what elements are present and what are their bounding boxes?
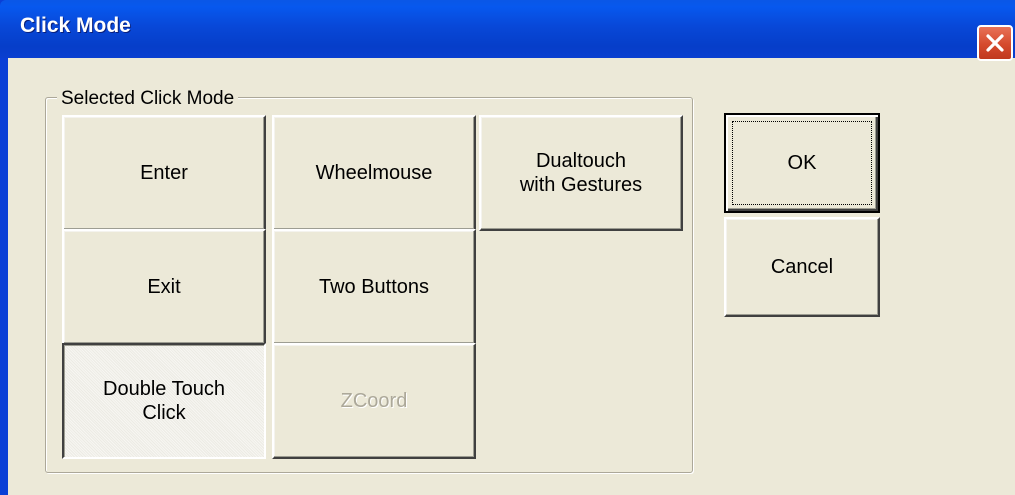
mode-button-two-buttons[interactable]: Two Buttons xyxy=(272,229,476,345)
mode-button-double-touch-click[interactable]: Double Touch Click xyxy=(62,343,266,459)
groupbox-label: Selected Click Mode xyxy=(57,88,239,110)
mode-button-zcoord: ZCoord xyxy=(272,343,476,459)
close-icon xyxy=(986,34,1004,52)
mode-button-exit[interactable]: Exit xyxy=(62,229,266,345)
title-bar[interactable]: Click Mode xyxy=(0,0,1015,61)
mode-button-enter[interactable]: Enter xyxy=(62,115,266,231)
mode-button-dualtouch-with-gestures[interactable]: Dualtouch with Gestures xyxy=(479,115,683,231)
window-title: Click Mode xyxy=(20,14,131,37)
ok-button-label: OK xyxy=(787,152,817,174)
cancel-button[interactable]: Cancel xyxy=(724,217,880,317)
mode-button-wheelmouse[interactable]: Wheelmouse xyxy=(272,115,476,231)
ok-button[interactable]: OK xyxy=(724,113,880,213)
dialog-body: Selected Click Mode Enter Exit Double To… xyxy=(8,58,1015,495)
cancel-button-label: Cancel xyxy=(770,256,834,278)
close-button[interactable] xyxy=(977,25,1013,61)
click-mode-dialog: Click Mode Selected Click Mode Enter Exi… xyxy=(0,0,1015,495)
